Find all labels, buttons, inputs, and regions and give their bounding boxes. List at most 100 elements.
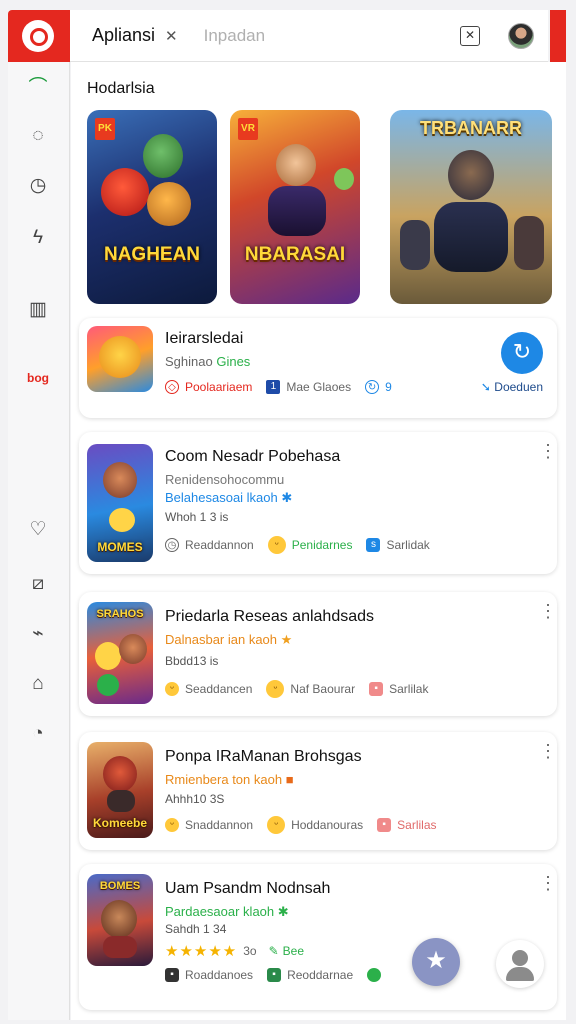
chip-download[interactable]: ᵕ Snaddannon — [165, 818, 253, 832]
banner-tag: VR — [238, 118, 258, 140]
book-icon[interactable]: ▥ — [26, 298, 50, 322]
chip-download[interactable]: ▪ Roaddanoes — [165, 968, 253, 982]
app-list-card[interactable]: BOMES Uam Psandm Nodnsah Pardaesaoar kla… — [79, 864, 557, 1010]
character-icon — [276, 144, 316, 186]
app-thumbnail: BOMES — [87, 874, 153, 966]
chip-save-label: Sarlidak — [386, 538, 430, 552]
featured-chip-row: ◇ Poolaariaem 1 Mae Glaoes ↻ 9 — [165, 380, 406, 394]
app-title: Uam Psandm Nodnsah — [165, 880, 331, 897]
chip-rating[interactable]: ᵕ Penidarnes — [267, 536, 353, 554]
smiley-icon: ᵕ — [267, 536, 286, 554]
banner-card-2[interactable]: VR NBARASAI — [230, 110, 360, 304]
app-title: Priedarla Reseas anlahdsads — [165, 608, 375, 625]
character-icon — [101, 168, 149, 216]
banner-card-1[interactable]: PK NAGHEAN — [87, 110, 217, 304]
chip-download[interactable]: ◷ Readdannon — [165, 538, 254, 552]
timer-icon[interactable]: ◷ — [26, 174, 50, 198]
chip-count[interactable]: ↻ 9 — [365, 380, 392, 394]
download-label[interactable]: ➘ Doeduen — [481, 380, 543, 394]
featured-app-title: Ieirarsledai — [165, 330, 244, 347]
character-icon — [95, 642, 121, 670]
app-list-card[interactable]: MOMES Coom Nesadr Pobehasa Renidensohoco… — [79, 432, 557, 574]
main-panel: Hodarlsia PK NAGHEAN VR NBARASAI TRBANAR… — [71, 62, 566, 1020]
more-options-icon[interactable]: ⋮ — [539, 442, 557, 468]
star-icon: ✱ — [277, 904, 289, 919]
tab-apliansi[interactable]: Apliansi — [92, 25, 155, 46]
chip-rating-label: Naf Baourar — [290, 682, 356, 696]
bookmark-icon: ▪ — [369, 682, 384, 696]
tab-close-icon[interactable]: ✕ — [165, 27, 178, 45]
coin-icon: ᵕ — [165, 818, 179, 832]
banner-card-3[interactable]: TRBANARR — [390, 110, 552, 304]
section-title: Hodarlsia — [87, 80, 155, 97]
heart-icon[interactable]: ♡ — [26, 518, 50, 542]
chip-download[interactable]: ᵕ Seaddancen — [165, 682, 252, 696]
more-options-icon[interactable]: ⋮ — [539, 874, 557, 900]
chip-row: ᵕ Seaddancen ᵕ Naf Baourar ▪ Sarlilak — [165, 680, 442, 698]
app-list-card[interactable]: Komeebe Ponpa IRaManan Brohsgas Rmienber… — [79, 732, 557, 850]
app-thumbnail: MOMES — [87, 444, 153, 562]
history-icon[interactable]: ◔ — [26, 722, 50, 746]
tab-inpadan[interactable]: Inpadan — [204, 26, 265, 46]
subtitle-prefix: Sghinao — [165, 354, 213, 369]
chip-rating[interactable]: ᵕ Naf Baourar — [266, 680, 355, 698]
app-thumbnail: Komeebe — [87, 742, 153, 838]
character-body-icon — [268, 186, 326, 236]
sidebar: ⌒ ◌ ◷ ϟ ▥ bog ♡ ⧄ ⌁ ⌂ ◔ — [8, 62, 70, 1020]
smiley-icon: ᵕ — [266, 680, 285, 698]
rating-row: ★★★★★ 3o ✎ Bee — [165, 942, 304, 960]
user-icon-body — [506, 967, 534, 981]
subtitle-highlight: Gines — [216, 354, 251, 369]
more-options-icon[interactable]: ⋮ — [539, 602, 557, 628]
chip-download-label: Roaddanoes — [185, 968, 254, 982]
download-button[interactable]: ↻ — [501, 332, 543, 374]
character-body-icon — [107, 790, 135, 812]
thumbnail-label: MOMES — [97, 540, 143, 554]
rating-text: 3o — [243, 944, 257, 958]
chip-save[interactable]: ▪ Sarlilas — [377, 818, 437, 832]
edit-icon[interactable]: ⧄ — [26, 572, 50, 596]
favorite-fab[interactable]: ★ — [412, 938, 460, 986]
chip-popular[interactable]: ◇ Poolaariaem — [165, 380, 252, 394]
chip-save[interactable]: s Sarlidak — [366, 538, 430, 552]
chip-rating-label: Hoddanouras — [291, 818, 364, 832]
tag-icon[interactable]: ⌁ — [26, 622, 50, 646]
bolt-icon[interactable]: ϟ — [26, 226, 50, 250]
chip-rating[interactable]: ▪ Reoddarnae — [267, 968, 353, 982]
close-window-button[interactable]: ✕ — [460, 25, 480, 46]
chip-save[interactable]: ▪ Sarlilak — [369, 682, 428, 696]
banner-title: NBARASAI — [244, 244, 346, 265]
inbox-icon[interactable]: ⌂ — [26, 672, 50, 696]
chip-rating[interactable]: ᵕ Hoddanouras — [267, 816, 363, 834]
featured-app-card[interactable]: Ieirarsledai Sghinao Gines ◇ Poolaariaem… — [79, 318, 557, 418]
chip-save-label: Sarlilas — [397, 818, 437, 832]
chip-status — [367, 968, 387, 982]
character-icon — [109, 508, 135, 532]
chat-icon[interactable]: ◌ — [26, 124, 50, 148]
profile-fab[interactable] — [496, 940, 544, 988]
star-icon: ★ — [280, 632, 293, 647]
chip-rating-label: Penidarnes — [291, 538, 353, 552]
bookmark-icon: ▪ — [377, 818, 392, 832]
app-thumbnail: SRAHOS — [87, 602, 153, 704]
character-icon — [334, 168, 354, 190]
tag-square-icon: ■ — [285, 772, 294, 787]
character-icon — [400, 220, 430, 270]
download-label-text: Doeduen — [494, 380, 543, 394]
app-title: Ponpa IRaManan Brohsgas — [165, 748, 362, 765]
sidebar-brand-label[interactable]: bog — [26, 366, 50, 390]
app-developer-text: Belahesasoai lkaoh — [165, 490, 278, 505]
refresh-icon: ↻ — [365, 380, 380, 394]
chip-row: ᵕ Snaddannon ᵕ Hoddanouras ▪ Sarlilas — [165, 816, 451, 834]
character-icon — [103, 462, 137, 498]
app-list-card[interactable]: SRAHOS Priedarla Reseas anlahdsads Dalna… — [79, 592, 557, 716]
app-developer-text: Rmienbera ton kaoh — [165, 772, 283, 787]
chip-games[interactable]: 1 Mae Glaoes — [266, 380, 351, 394]
clock-icon: ◷ — [165, 538, 179, 552]
app-logo-icon[interactable] — [22, 20, 54, 52]
more-options-icon[interactable]: ⋮ — [539, 742, 557, 768]
user-avatar[interactable] — [508, 22, 534, 49]
trend-icon[interactable]: ⌒ — [26, 76, 50, 100]
chip-count-label: 9 — [385, 380, 392, 394]
app-meta: Whoh 1 3 is — [165, 510, 229, 524]
